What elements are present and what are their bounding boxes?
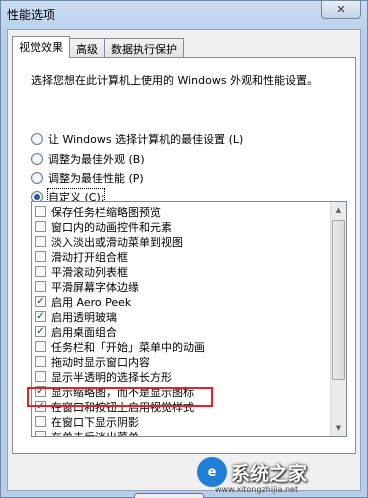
checklist-item-label: 滑动打开组合框 bbox=[51, 250, 128, 264]
checkbox[interactable] bbox=[35, 341, 46, 352]
checklist-item[interactable]: 在单击后淡出菜单 bbox=[32, 429, 332, 437]
radio-label: 调整为最佳性能 (P) bbox=[48, 172, 144, 185]
radio-button[interactable] bbox=[31, 172, 43, 184]
checklist-item[interactable]: 平滑屏幕字体边缘 bbox=[32, 279, 332, 294]
checklist-item-label: 淡入淡出或滑动菜单到视图 bbox=[51, 235, 183, 249]
title-bar[interactable]: 性能选项 ✕ bbox=[1, 1, 367, 29]
annotation-highlight-box bbox=[27, 387, 213, 407]
checkbox[interactable] bbox=[35, 356, 46, 367]
checklist-item-label: 启用透明玻璃 bbox=[51, 310, 117, 324]
checklist-item[interactable]: ✓ 启用 Aero Peek bbox=[32, 294, 332, 309]
panel-description: 选择您想在此计算机上使用的 Windows 外观和性能设置。 bbox=[31, 74, 319, 87]
checkbox[interactable] bbox=[35, 236, 46, 247]
tab-data-execution-prevention[interactable]: 数据执行保护 bbox=[104, 38, 184, 58]
checkbox[interactable] bbox=[35, 281, 46, 292]
window-title: 性能选项 bbox=[7, 8, 56, 22]
checklist-item[interactable]: 任务栏和「开始」菜单中的动画 bbox=[32, 339, 332, 354]
checklist-item-label: 平滑屏幕字体边缘 bbox=[51, 280, 139, 294]
radio-label: 让 Windows 选择计算机的最佳设置 (L) bbox=[48, 133, 244, 146]
watermark-logo-icon: e bbox=[197, 457, 227, 487]
checklist-item[interactable]: 显示半透明的选择长方形 bbox=[32, 369, 332, 384]
checkbox[interactable] bbox=[35, 206, 46, 217]
tab-advanced[interactable]: 高级 bbox=[69, 38, 105, 58]
tab-strip: 视觉效果 高级 数据执行保护 bbox=[12, 36, 184, 58]
checklist-item[interactable]: 淡入淡出或滑动菜单到视图 bbox=[32, 234, 332, 249]
radio-button[interactable] bbox=[31, 153, 43, 165]
checkbox[interactable] bbox=[35, 266, 46, 277]
scroll-down-icon[interactable]: ▼ bbox=[331, 420, 346, 436]
radio-label: 调整为最佳外观 (B) bbox=[48, 153, 145, 166]
close-icon: ✕ bbox=[336, 3, 346, 16]
ok-button[interactable]: 确定 bbox=[134, 493, 204, 498]
checkmark-icon: ✓ bbox=[36, 295, 45, 307]
tab-visual-effects[interactable]: 视觉效果 bbox=[12, 36, 70, 58]
radio-best-performance[interactable]: 调整为最佳性能 (P) bbox=[31, 169, 144, 187]
radio-best-appearance[interactable]: 调整为最佳外观 (B) bbox=[31, 150, 145, 168]
dialog-client-area: 视觉效果 高级 数据执行保护 选择您想在此计算机上使用的 Windows 外观和… bbox=[7, 29, 361, 498]
checklist-item[interactable]: 滑动打开组合框 bbox=[32, 249, 332, 264]
checkbox-checked[interactable]: ✓ bbox=[35, 296, 46, 307]
checklist-item-label: 窗口内的动画控件和元素 bbox=[51, 220, 172, 234]
checkbox[interactable] bbox=[35, 371, 46, 382]
performance-options-window: 性能选项 ✕ 视觉效果 高级 数据执行保护 选择您想在此计算机上使用的 Wind… bbox=[0, 0, 368, 498]
radio-let-windows-choose[interactable]: 让 Windows 选择计算机的最佳设置 (L) bbox=[31, 130, 243, 148]
checklist-item[interactable]: ✓ 启用桌面组合 bbox=[32, 324, 332, 339]
watermark-text: 系统之家 bbox=[231, 462, 308, 485]
checklist-item-label: 拖动时显示窗口内容 bbox=[51, 355, 150, 369]
checkmark-icon: ✓ bbox=[36, 325, 45, 337]
checklist-item-label: 平滑滚动列表框 bbox=[51, 265, 128, 279]
checklist-item[interactable]: 平滑滚动列表框 bbox=[32, 264, 332, 279]
checkbox[interactable] bbox=[35, 431, 46, 436]
checklist-item[interactable]: ✓ 启用透明玻璃 bbox=[32, 309, 332, 324]
scrollbar-thumb[interactable] bbox=[332, 220, 345, 380]
checkbox[interactable] bbox=[35, 416, 46, 427]
checkmark-icon: ✓ bbox=[36, 310, 45, 322]
checkbox-checked[interactable]: ✓ bbox=[35, 326, 46, 337]
checklist-item[interactable]: 窗口内的动画控件和元素 bbox=[32, 219, 332, 234]
checklist-item-label: 显示半透明的选择长方形 bbox=[51, 370, 172, 384]
checklist-item-label: 在窗口下显示阴影 bbox=[51, 415, 139, 429]
checklist-item-label: 在单击后淡出菜单 bbox=[51, 430, 139, 437]
checklist-item[interactable]: 保存任务栏缩略图预览 bbox=[32, 204, 332, 219]
checklist-item-label: 启用桌面组合 bbox=[51, 325, 117, 339]
checklist-item[interactable]: 在窗口下显示阴影 bbox=[32, 414, 332, 429]
checklist-item-label: 保存任务栏缩略图预览 bbox=[51, 205, 161, 219]
checkbox[interactable] bbox=[35, 221, 46, 232]
radio-button[interactable] bbox=[31, 133, 43, 145]
scroll-up-icon[interactable]: ▲ bbox=[331, 202, 346, 218]
checkbox-checked[interactable]: ✓ bbox=[35, 311, 46, 322]
close-button[interactable]: ✕ bbox=[321, 1, 361, 19]
watermark-url: www.xitongzhijia.net bbox=[215, 485, 299, 494]
checklist-item-label: 任务栏和「开始」菜单中的动画 bbox=[51, 340, 205, 354]
checkbox[interactable] bbox=[35, 251, 46, 262]
checklist-item-label: 启用 Aero Peek bbox=[51, 295, 132, 309]
vertical-scrollbar[interactable]: ▲ ▼ bbox=[330, 202, 346, 436]
checklist-item[interactable]: 拖动时显示窗口内容 bbox=[32, 354, 332, 369]
